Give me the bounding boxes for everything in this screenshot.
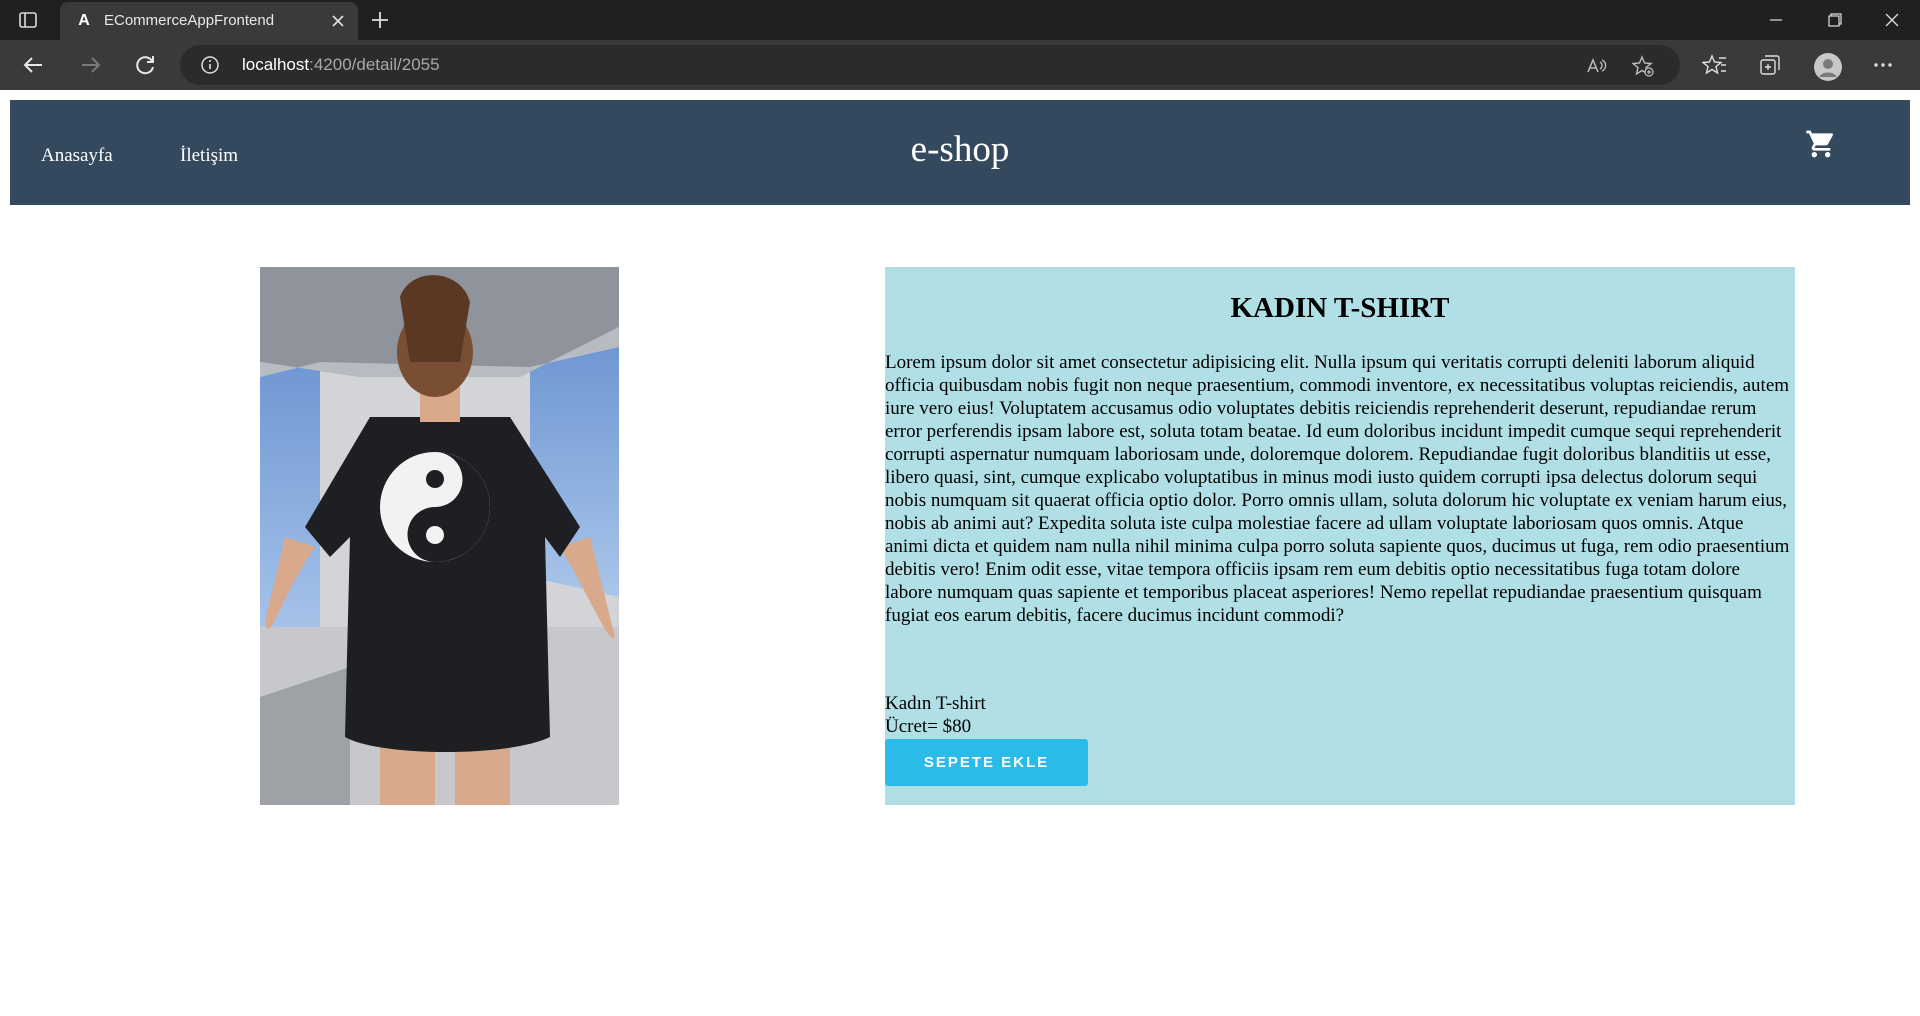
product-price: Ücret= $80 xyxy=(885,716,972,737)
forward-arrow-icon[interactable] xyxy=(76,51,104,79)
brand-logo[interactable]: e-shop xyxy=(10,128,1910,171)
product-detail-card: KADIN T-SHIRT Lorem ipsum dolor sit amet… xyxy=(885,267,1795,805)
tab-actions-icon[interactable] xyxy=(18,10,38,30)
favorites-icon[interactable] xyxy=(1701,52,1728,78)
read-aloud-icon[interactable] xyxy=(1585,55,1607,77)
tab-title: ECommerceAppFrontend xyxy=(104,12,275,29)
product-image xyxy=(260,267,619,805)
site-navbar: Anasayfa İletişim e-shop xyxy=(10,100,1910,205)
add-to-cart-button[interactable]: SEPETE EKLE xyxy=(885,739,1088,786)
product-title: KADIN T-SHIRT xyxy=(1230,292,1450,324)
minimize-icon[interactable] xyxy=(1748,0,1804,40)
collections-icon[interactable] xyxy=(1757,52,1783,78)
angular-favicon-icon: A xyxy=(78,12,90,29)
site-info-icon[interactable] xyxy=(200,55,220,75)
shopping-cart-icon[interactable] xyxy=(1805,128,1837,160)
tab-close-icon[interactable] xyxy=(328,11,348,31)
more-menu-icon[interactable] xyxy=(1870,52,1896,78)
add-favorite-icon[interactable] xyxy=(1631,55,1654,77)
browser-address-bar: localhost:4200/detail/2055 xyxy=(0,40,1920,90)
url-text: localhost:4200/detail/2055 xyxy=(242,55,440,75)
url-host: localhost xyxy=(242,55,310,74)
product-name: Kadın T-shirt xyxy=(885,693,986,714)
product-description: Lorem ipsum dolor sit amet consectetur a… xyxy=(885,352,1790,626)
new-tab-icon[interactable] xyxy=(368,8,392,32)
back-arrow-icon[interactable] xyxy=(20,51,48,79)
restore-icon[interactable] xyxy=(1806,0,1862,40)
window-close-icon[interactable] xyxy=(1864,0,1920,40)
reload-icon[interactable] xyxy=(131,51,159,79)
browser-tab-active[interactable]: A ECommerceAppFrontend xyxy=(60,2,358,40)
url-bar[interactable]: localhost:4200/detail/2055 xyxy=(180,45,1680,85)
profile-avatar-icon[interactable] xyxy=(1813,52,1842,81)
browser-tab-bar: A ECommerceAppFrontend xyxy=(0,0,1920,40)
url-path: :4200/detail/2055 xyxy=(309,55,440,74)
